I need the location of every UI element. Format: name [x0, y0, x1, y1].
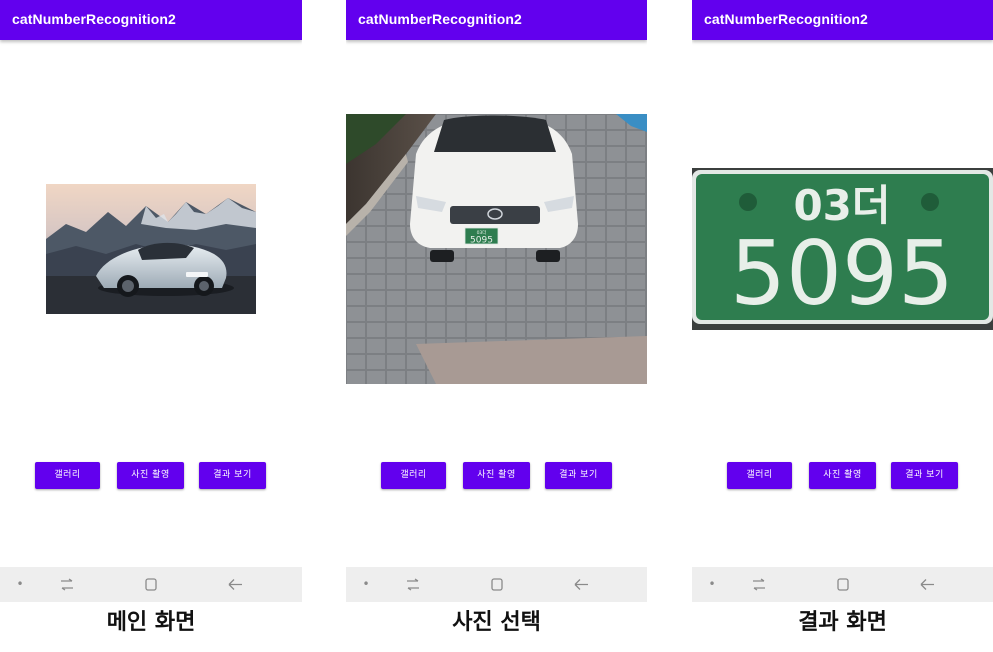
home-icon[interactable] [143, 567, 159, 602]
screen-main: catNumberRecognition2 갤러리 사진 촬영 결과 보기 • [0, 0, 302, 602]
caption-result-screen: 결과 화면 [798, 610, 887, 635]
back-arrow-icon[interactable] [226, 567, 246, 602]
gallery-button[interactable]: 갤러리 [727, 462, 792, 489]
system-nav-bar: • [0, 567, 302, 602]
caption-photo-select: 사진 선택 [452, 610, 541, 635]
back-arrow-icon[interactable] [918, 567, 938, 602]
view-result-button[interactable]: 결과 보기 [545, 462, 612, 489]
home-icon[interactable] [489, 567, 505, 602]
recent-apps-icon[interactable] [58, 567, 76, 602]
caption-main-screen: 메인 화면 [106, 610, 196, 635]
recent-apps-icon[interactable] [404, 567, 422, 602]
system-nav-bar: • [692, 567, 993, 602]
app-bar: catNumberRecognition2 [346, 0, 647, 40]
plate-number-text: 5095 [730, 222, 954, 325]
back-arrow-icon[interactable] [572, 567, 592, 602]
take-photo-button[interactable]: 사진 촬영 [117, 462, 184, 489]
sedan-photo: 03더 5095 [346, 114, 647, 384]
take-photo-button[interactable]: 사진 촬영 [809, 462, 876, 489]
gallery-button[interactable]: 갤러리 [35, 462, 100, 489]
sports-car-photo [46, 184, 256, 314]
app-bar: catNumberRecognition2 [692, 0, 993, 40]
gallery-button[interactable]: 갤러리 [381, 462, 446, 489]
license-plate-crop: 03더 5095 [692, 168, 993, 330]
view-result-button[interactable]: 결과 보기 [891, 462, 958, 489]
plate-small-number: 5095 [470, 236, 493, 246]
app-title: catNumberRecognition2 [358, 11, 522, 27]
dot-icon[interactable]: • [706, 567, 718, 602]
app-bar: catNumberRecognition2 [0, 0, 302, 40]
app-title: catNumberRecognition2 [12, 11, 176, 27]
system-nav-bar: • [346, 567, 647, 602]
dot-icon[interactable]: • [14, 567, 26, 602]
recent-apps-icon[interactable] [750, 567, 768, 602]
screen-photo-select: catNumberRecognition2 03더 5095 갤러리 사진 촬영… [346, 0, 647, 602]
screen-result: catNumberRecognition2 03더 5095 갤러리 사진 촬영… [692, 0, 993, 602]
take-photo-button[interactable]: 사진 촬영 [463, 462, 530, 489]
app-title: catNumberRecognition2 [704, 11, 868, 27]
view-result-button[interactable]: 결과 보기 [199, 462, 266, 489]
home-icon[interactable] [835, 567, 851, 602]
dot-icon[interactable]: • [360, 567, 372, 602]
